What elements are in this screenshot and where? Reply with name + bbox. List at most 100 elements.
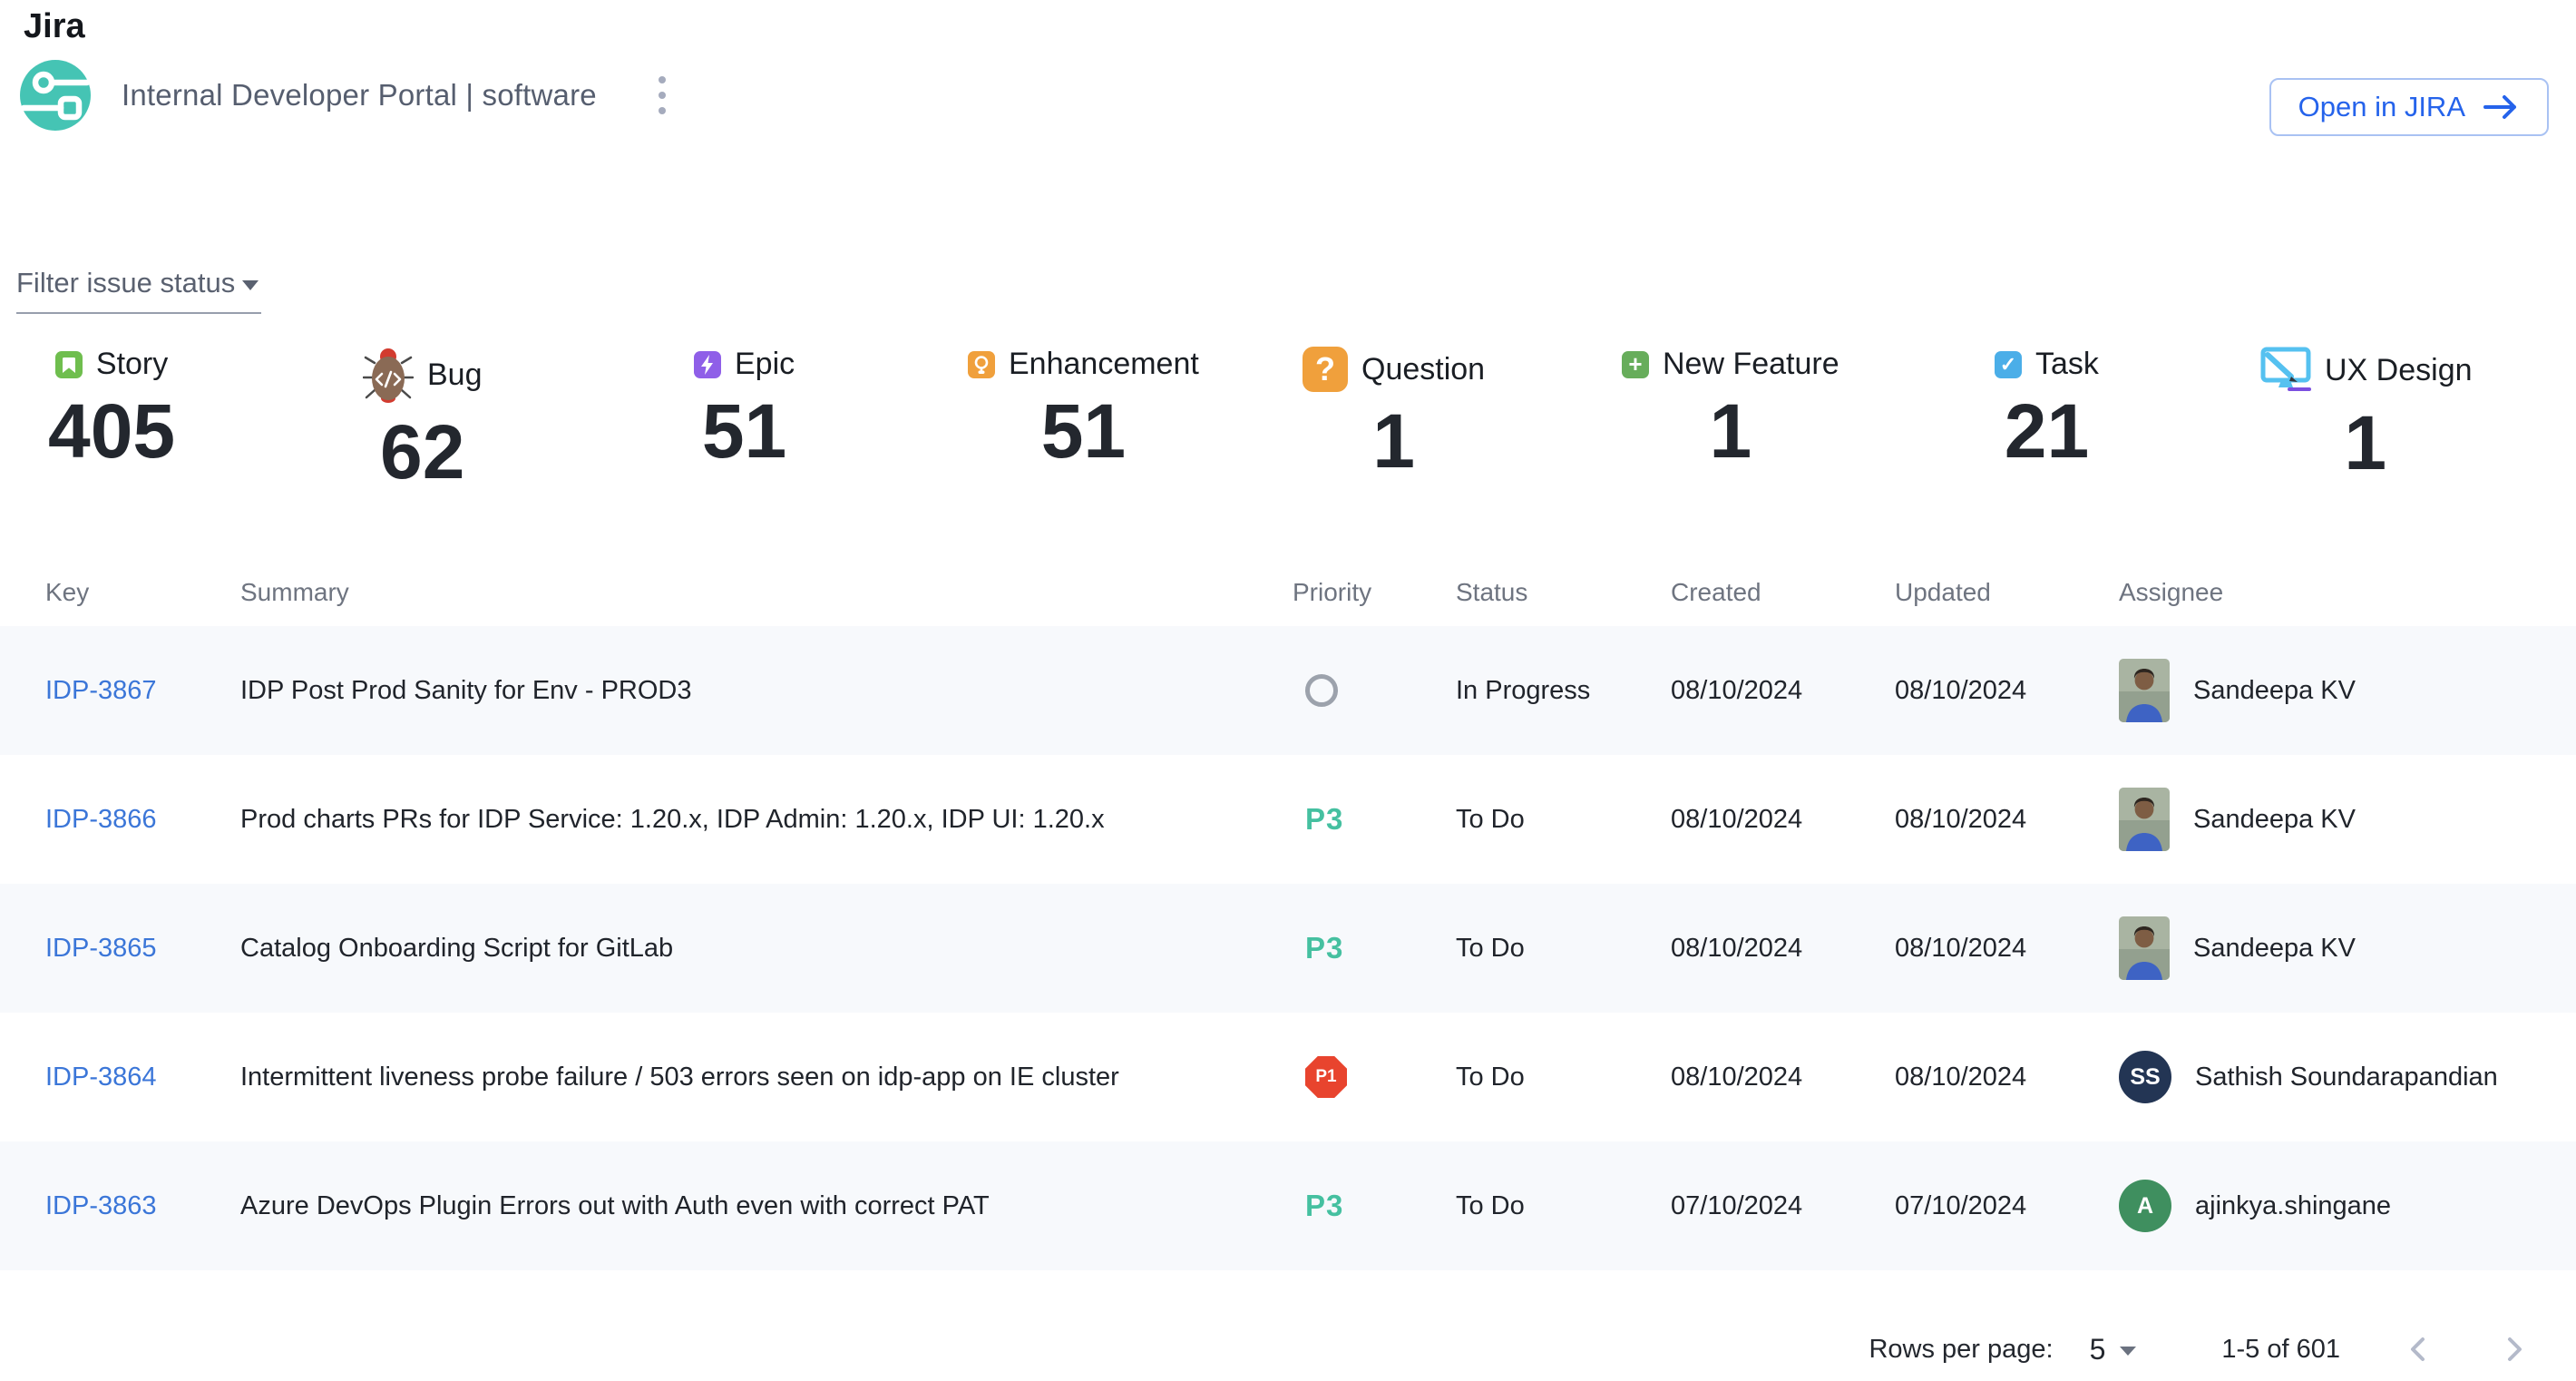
issue-key-link[interactable]: IDP-3867: [45, 676, 240, 706]
issue-key-link[interactable]: IDP-3866: [45, 805, 240, 835]
issue-key-link[interactable]: IDP-3863: [45, 1191, 240, 1221]
stat-label: Task: [2035, 347, 2099, 382]
chevron-left-icon: [2407, 1335, 2429, 1364]
issue-status: To Do: [1456, 805, 1671, 835]
issue-created-date: 08/10/2024: [1671, 1063, 1895, 1092]
question-mark-icon: ?: [1303, 347, 1348, 392]
assignee-name: Sathish Soundarapandian: [2195, 1063, 2498, 1092]
table-row: IDP-3865 Catalog Onboarding Script for G…: [0, 884, 2576, 1013]
avatar: [2119, 659, 2170, 722]
table-row: IDP-3863 Azure DevOps Plugin Errors out …: [0, 1141, 2576, 1270]
issue-summary: IDP Post Prod Sanity for Env - PROD3: [240, 676, 1293, 706]
pagination-range: 1-5 of 601: [2221, 1335, 2340, 1365]
issue-status: To Do: [1456, 934, 1671, 964]
open-in-jira-label: Open in JIRA: [2298, 91, 2465, 123]
issue-summary: Catalog Onboarding Script for GitLab: [240, 934, 1293, 964]
stat-question: ? Question 1: [1303, 347, 1485, 479]
assignee-cell: Sandeepa KV: [2119, 916, 2576, 980]
issue-status: To Do: [1456, 1063, 1671, 1092]
project-name: Internal Developer Portal | software: [122, 78, 597, 113]
issue-updated-date: 07/10/2024: [1895, 1191, 2119, 1221]
rows-per-page-select[interactable]: 5: [2090, 1333, 2137, 1366]
stat-count: 51: [702, 393, 786, 469]
chevron-down-icon: [242, 280, 259, 290]
column-header-updated: Updated: [1895, 578, 2119, 607]
stat-label: Question: [1361, 352, 1485, 387]
beetle-icon: [363, 347, 414, 403]
plus-icon: +: [1622, 351, 1649, 378]
table-pagination: Rows per page: 5 1-5 of 601: [1869, 1317, 2532, 1381]
stat-new-feature: + New Feature 1: [1622, 347, 1839, 469]
column-header-status: Status: [1456, 578, 1671, 607]
avatar: [2119, 916, 2170, 980]
avatar: SS: [2119, 1051, 2171, 1103]
assignee-cell: SS Sathish Soundarapandian: [2119, 1051, 2576, 1103]
stat-epic: Epic 51: [694, 347, 795, 469]
stat-story: Story 405: [48, 347, 175, 469]
stat-count: 62: [380, 414, 464, 490]
priority-none-icon: [1305, 674, 1338, 707]
kebab-menu-icon[interactable]: [649, 67, 675, 123]
stat-count: 1: [2344, 405, 2386, 481]
rows-per-page-label: Rows per page:: [1869, 1335, 2053, 1365]
issue-updated-date: 08/10/2024: [1895, 934, 2119, 964]
issue-summary: Azure DevOps Plugin Errors out with Auth…: [240, 1191, 1293, 1221]
stat-count: 405: [48, 393, 175, 469]
rows-per-page-value: 5: [2090, 1333, 2106, 1366]
issues-table: Key Summary Priority Status Created Upda…: [0, 558, 2576, 1270]
issue-created-date: 08/10/2024: [1671, 676, 1895, 706]
assignee-name: Sandeepa KV: [2193, 934, 2356, 964]
assignee-cell: Sandeepa KV: [2119, 659, 2576, 722]
column-header-assignee: Assignee: [2119, 578, 2576, 607]
issue-key-link[interactable]: IDP-3864: [45, 1063, 240, 1092]
page-title: Jira: [24, 7, 85, 46]
jira-project-logo-icon: [20, 60, 91, 131]
issue-updated-date: 08/10/2024: [1895, 676, 2119, 706]
avatar: A: [2119, 1180, 2171, 1232]
lightbulb-icon: [968, 351, 995, 378]
avatar: [2119, 788, 2170, 851]
stat-count: 1: [1709, 393, 1751, 469]
next-page-button[interactable]: [2496, 1327, 2532, 1371]
stat-enhancement: Enhancement 51: [968, 347, 1199, 469]
table-row: IDP-3866 Prod charts PRs for IDP Service…: [0, 755, 2576, 884]
stat-label: Story: [96, 347, 168, 382]
column-header-key: Key: [45, 578, 240, 607]
chevron-down-icon: [2120, 1347, 2136, 1356]
issue-summary: Prod charts PRs for IDP Service: 1.20.x,…: [240, 805, 1293, 835]
filter-issue-status-dropdown[interactable]: Filter issue status: [16, 267, 261, 314]
priority-p3-icon: P3: [1305, 802, 1343, 837]
stat-label: Enhancement: [1009, 347, 1199, 382]
issue-key-link[interactable]: IDP-3865: [45, 934, 240, 964]
issue-created-date: 08/10/2024: [1671, 934, 1895, 964]
column-header-priority: Priority: [1293, 578, 1456, 607]
issue-summary: Intermittent liveness probe failure / 50…: [240, 1063, 1293, 1092]
stat-bug: Bug 62: [363, 347, 483, 490]
stat-task: ✓ Task 21: [1995, 347, 2099, 469]
assignee-cell: Sandeepa KV: [2119, 788, 2576, 851]
stat-count: 1: [1372, 403, 1415, 479]
stat-count: 51: [1041, 393, 1126, 469]
lightning-icon: [694, 351, 721, 378]
priority-p3-icon: P3: [1305, 931, 1343, 965]
issue-created-date: 07/10/2024: [1671, 1191, 1895, 1221]
stat-count: 21: [2005, 393, 2089, 469]
assignee-name: Sandeepa KV: [2193, 805, 2356, 835]
priority-p3-icon: P3: [1305, 1189, 1343, 1223]
stat-label: Bug: [427, 357, 483, 393]
issue-created-date: 08/10/2024: [1671, 805, 1895, 835]
stat-label: Epic: [735, 347, 795, 382]
table-row: IDP-3867 IDP Post Prod Sanity for Env - …: [0, 626, 2576, 755]
issue-type-stats: Story 405 Bu: [0, 347, 2576, 537]
assignee-cell: A ajinkya.shingane: [2119, 1180, 2576, 1232]
issue-updated-date: 08/10/2024: [1895, 1063, 2119, 1092]
stat-label: New Feature: [1663, 347, 1839, 382]
stat-ux-design: UX Design 1: [2259, 347, 2473, 481]
bookmark-icon: [55, 351, 83, 378]
open-in-jira-button[interactable]: Open in JIRA: [2269, 78, 2549, 136]
column-header-created: Created: [1671, 578, 1895, 607]
assignee-name: ajinkya.shingane: [2195, 1191, 2391, 1221]
column-header-summary: Summary: [240, 578, 1293, 607]
table-row: IDP-3864 Intermittent liveness probe fai…: [0, 1013, 2576, 1141]
previous-page-button[interactable]: [2400, 1327, 2436, 1371]
